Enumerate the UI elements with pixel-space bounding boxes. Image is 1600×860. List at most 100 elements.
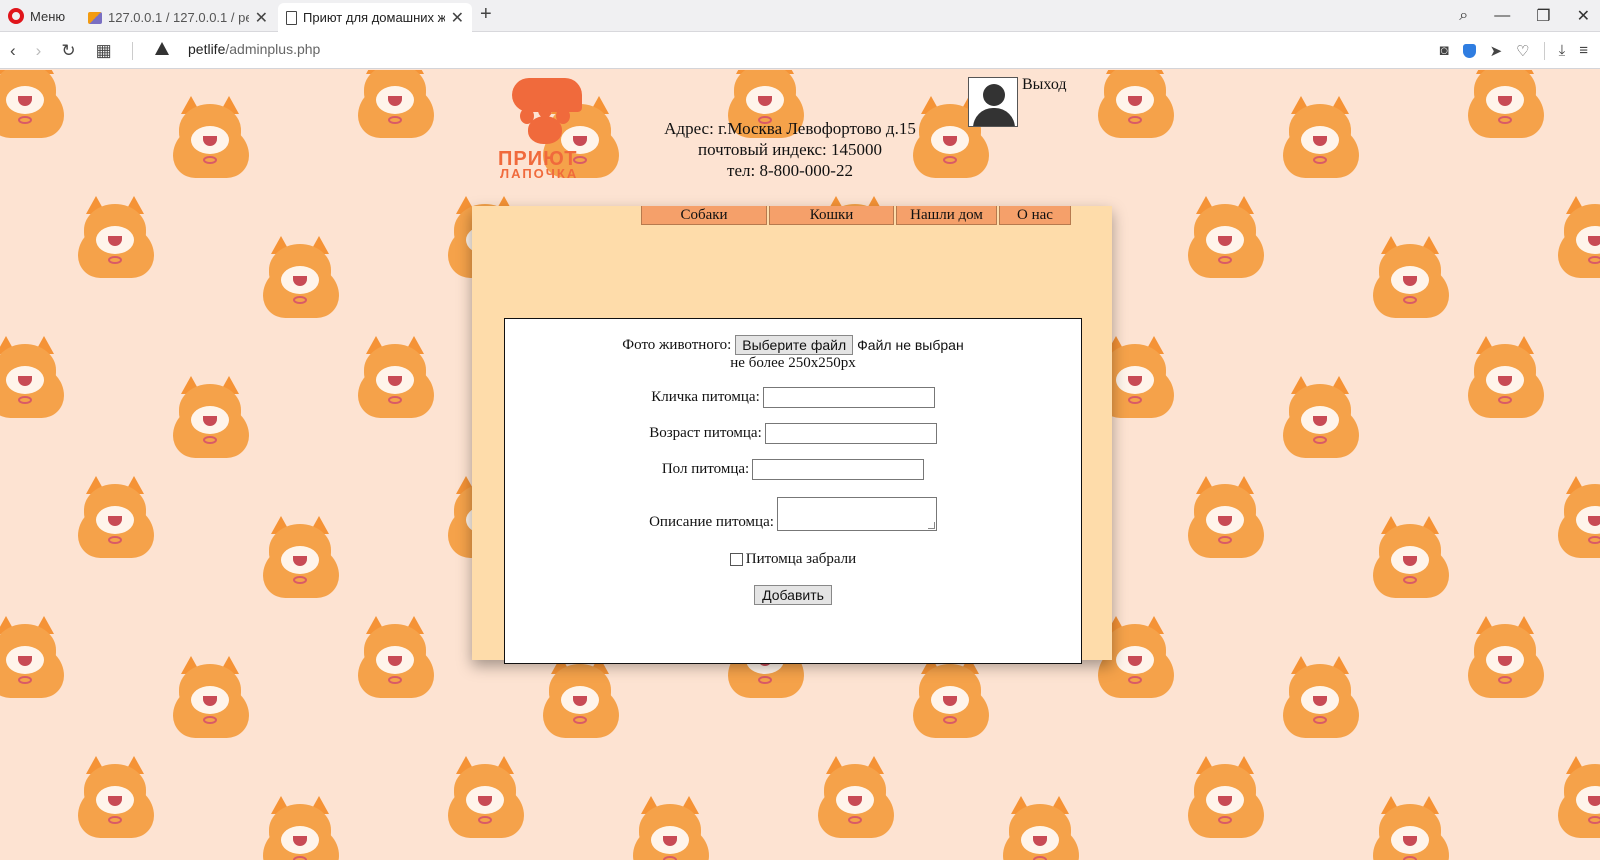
shiba-dog-icon — [1550, 476, 1600, 560]
avatar-shoulders — [973, 108, 1015, 126]
browser-tab-shelter[interactable]: Приют для домашних жи ✕ — [278, 3, 472, 32]
nav-item-found-home[interactable]: Нашли дом — [896, 206, 997, 225]
shiba-dog-icon — [1460, 336, 1550, 420]
name-label: Кличка питомца: — [651, 389, 760, 405]
user-avatar-icon[interactable] — [968, 77, 1018, 127]
logout-link[interactable]: Выход — [1022, 76, 1067, 94]
phpmyadmin-icon — [88, 11, 102, 24]
search-icon[interactable]: ⌕ — [1459, 7, 1468, 25]
divider — [131, 41, 133, 60]
shiba-dog-icon — [1550, 756, 1600, 840]
description-textarea[interactable] — [776, 497, 937, 531]
navigation-buttons: ‹ › ↻ ▦ — [10, 32, 133, 69]
shiba-dog-icon — [1460, 70, 1550, 140]
sex-input[interactable] — [752, 459, 925, 480]
new-tab-icon[interactable]: + — [480, 3, 492, 26]
shiba-dog-icon — [995, 796, 1085, 860]
insecure-warning-icon[interactable] — [155, 42, 169, 55]
shiba-dog-icon — [1180, 476, 1270, 560]
add-pet-form: Фото животного: Выберите файл Файл не вы… — [504, 318, 1082, 664]
address-bar-tools: ◙ ➤ ♡ ⤓ ≡ — [1440, 32, 1588, 69]
close-tab-icon[interactable]: ✕ — [255, 8, 268, 28]
adblock-shield-icon[interactable] — [1462, 43, 1476, 58]
photo-row: Фото животного: Выберите файл Файл не вы… — [505, 335, 1081, 355]
page-content: ПРИЮТ ЛАПОЧКА Адрес: г.Москва Левофортов… — [0, 70, 1600, 860]
shiba-dog-icon — [535, 656, 625, 740]
taken-row: Питомца забрали — [505, 551, 1081, 568]
url-field[interactable]: petlife/adminplus.php — [188, 41, 320, 57]
shiba-dog-icon — [350, 70, 440, 140]
photo-label: Фото животного: — [622, 336, 732, 353]
back-icon[interactable]: ‹ — [10, 41, 16, 61]
shiba-dog-icon — [0, 336, 70, 420]
age-row: Возраст питомца: — [505, 423, 1081, 444]
shiba-dog-icon — [905, 656, 995, 740]
shiba-dog-icon — [0, 70, 70, 140]
description-row: Описание питомца: — [505, 497, 1081, 531]
shiba-dog-icon — [165, 376, 255, 460]
browser-tab-bar: Меню 127.0.0.1 / 127.0.0.1 / pet / ✕ При… — [0, 0, 1600, 32]
nav-item-cats[interactable]: Кошки — [769, 206, 894, 225]
document-icon — [286, 10, 297, 25]
paw-icon — [528, 116, 562, 144]
download-icon[interactable]: ⤓ — [1559, 42, 1566, 59]
shiba-dog-icon — [70, 756, 160, 840]
shiba-dog-icon — [1275, 96, 1365, 180]
shiba-dog-icon — [255, 516, 345, 600]
logo-text-line2: ЛАПОЧКА — [500, 166, 579, 181]
submit-row: Добавить — [505, 585, 1081, 605]
browser-menu-button[interactable]: Меню — [8, 0, 65, 32]
tab-title: 127.0.0.1 / 127.0.0.1 / pet / — [108, 10, 249, 25]
photo-hint-row: не более 250х250px — [505, 355, 1081, 372]
taken-checkbox[interactable] — [729, 553, 743, 566]
shelter-logo[interactable]: ПРИЮТ ЛАПОЧКА — [498, 78, 598, 181]
shiba-dog-icon — [255, 796, 345, 860]
heart-icon[interactable]: ♡ — [1516, 42, 1529, 60]
shiba-dog-icon — [1365, 516, 1455, 600]
choose-file-button[interactable]: Выберите файл — [735, 335, 854, 355]
add-button[interactable]: Добавить — [754, 585, 832, 605]
name-input[interactable] — [762, 387, 935, 408]
menu-icon[interactable]: ≡ — [1579, 42, 1588, 59]
shiba-dog-icon — [255, 236, 345, 320]
main-panel: Собаки Кошки Нашли дом О нас Фото животн… — [472, 206, 1112, 664]
opera-logo-icon — [8, 8, 24, 24]
shiba-dog-icon — [1460, 616, 1550, 700]
postal-code-line: почтовый индекс: 145000 — [698, 140, 882, 159]
shiba-dog-icon — [165, 96, 255, 180]
shiba-dog-icon — [1275, 376, 1365, 460]
browser-tab-phpmyadmin[interactable]: 127.0.0.1 / 127.0.0.1 / pet / ✕ — [80, 3, 276, 32]
shiba-dog-icon — [70, 476, 160, 560]
shiba-dog-icon — [1180, 756, 1270, 840]
browser-address-bar: ‹ › ↻ ▦ petlife/adminplus.php ◙ ➤ ♡ ⤓ ≡ — [0, 32, 1600, 69]
tab-grid-icon[interactable]: ▦ — [96, 41, 112, 61]
tab-title: Приют для домашних жи — [303, 10, 445, 25]
age-input[interactable] — [764, 423, 937, 444]
url-path: /adminplus.php — [225, 41, 321, 57]
close-tab-icon[interactable]: ✕ — [451, 8, 464, 28]
browser-menu-label: Меню — [30, 8, 66, 24]
camera-icon[interactable]: ◙ — [1440, 42, 1449, 59]
taken-label: Питомца забрали — [745, 551, 857, 567]
divider — [1543, 41, 1545, 60]
nav-item-about[interactable]: О нас — [999, 206, 1071, 225]
avatar-head — [983, 84, 1005, 106]
restore-icon[interactable]: ❐ — [1536, 6, 1550, 26]
shiba-dog-icon — [1090, 70, 1180, 140]
nav-item-dogs[interactable]: Собаки — [641, 206, 767, 225]
sex-label: Пол питомца: — [661, 461, 750, 477]
reload-icon[interactable]: ↻ — [61, 41, 75, 61]
sex-row: Пол питомца: — [505, 459, 1081, 480]
shiba-dog-icon — [625, 796, 715, 860]
forward-icon[interactable]: › — [36, 41, 42, 61]
close-window-icon[interactable]: ✕ — [1577, 6, 1590, 26]
contact-info: Адрес: г.Москва Левофортово д.15 почтовы… — [600, 118, 980, 181]
file-status: Файл не выбран — [857, 337, 964, 353]
description-label: Описание питомца: — [649, 514, 774, 530]
shiba-dog-icon — [1550, 196, 1600, 280]
send-icon[interactable]: ➤ — [1490, 42, 1503, 60]
minimize-icon[interactable]: — — [1494, 7, 1510, 25]
phone-line: тел: 8-800-000-22 — [727, 161, 853, 180]
shiba-dog-icon — [1365, 236, 1455, 320]
shiba-dog-icon — [1365, 796, 1455, 860]
